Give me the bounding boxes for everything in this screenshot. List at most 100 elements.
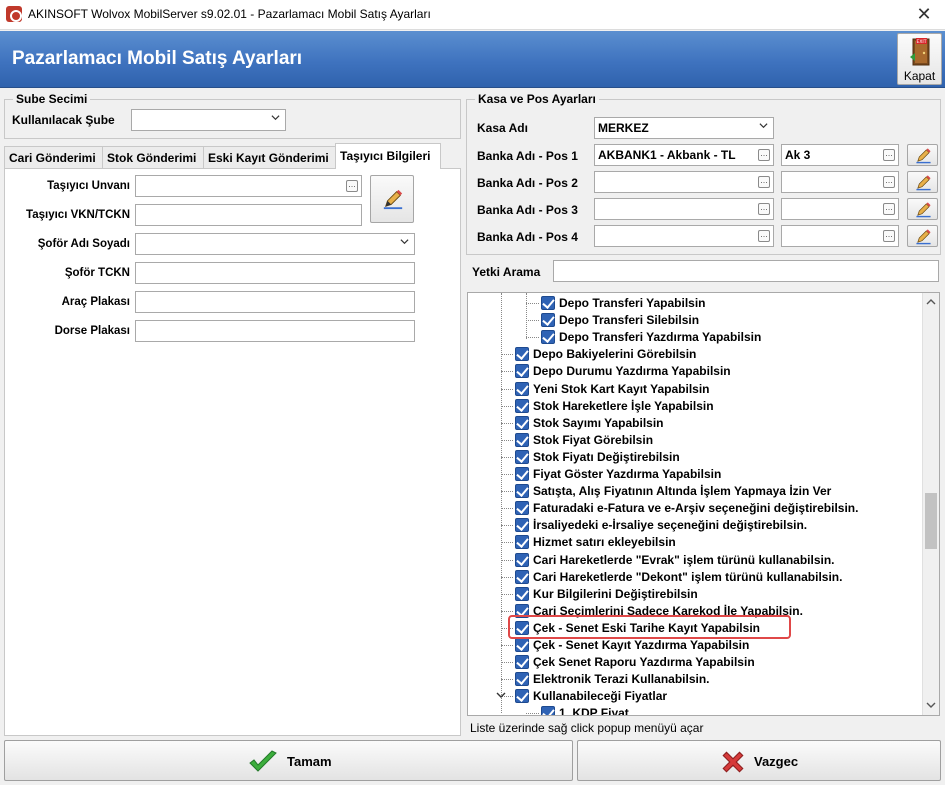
window-titlebar[interactable]: AKINSOFT Wolvox MobilServer s9.02.01 - P… xyxy=(0,0,945,30)
tree-item-label: Yeni Stok Kart Kayıt Yapabilsin xyxy=(533,381,710,396)
tree-item-label: Fiyat Göster Yazdırma Yapabilsin xyxy=(533,467,722,481)
checkbox-checked-icon[interactable] xyxy=(515,638,529,652)
pos3-label: Banka Adı - Pos 3 xyxy=(477,203,578,217)
tree-item-label: Hizmet satırı ekleyebilsin xyxy=(533,535,676,550)
tab-cari[interactable]: Cari Gönderimi xyxy=(4,146,103,168)
pos1-account-input[interactable]: Ak 3 … xyxy=(781,144,899,166)
tree-item-label: Kur Bilgilerini Değiştirebilsin xyxy=(533,586,698,601)
carrier-edit-button[interactable] xyxy=(370,175,414,223)
pos4-bank-input[interactable]: … xyxy=(594,225,774,247)
checkbox-checked-icon[interactable] xyxy=(515,655,529,670)
chevron-down-icon[interactable] xyxy=(496,689,506,699)
tree-item-label: Faturadaki e-Fatura ve e-Arşiv seçeneğin… xyxy=(533,501,859,516)
ellipsis-icon[interactable]: … xyxy=(758,203,770,215)
tab-eski-kayit[interactable]: Eski Kayıt Gönderimi xyxy=(203,146,336,168)
pos3-account-input[interactable]: … xyxy=(781,198,899,220)
checkbox-checked-icon[interactable] xyxy=(515,347,529,362)
tab-stok[interactable]: Stok Gönderimi xyxy=(102,146,204,168)
branch-select[interactable] xyxy=(131,109,286,131)
checkbox-checked-icon[interactable] xyxy=(515,586,529,601)
tree-item-label: 1. KDP Fiyat xyxy=(559,706,629,716)
checkbox-checked-icon[interactable] xyxy=(541,296,555,310)
tree-guide-line xyxy=(526,293,527,339)
checkbox-checked-icon[interactable] xyxy=(515,518,529,533)
pos2-edit-button[interactable] xyxy=(907,171,938,193)
scroll-thumb[interactable] xyxy=(925,492,937,549)
checkbox-checked-icon[interactable] xyxy=(515,689,529,704)
permission-tree[interactable]: Depo Transferi Yapabilsin Depo Transferi … xyxy=(467,292,940,716)
ellipsis-icon[interactable]: … xyxy=(883,230,895,242)
scroll-down-icon[interactable] xyxy=(926,701,936,709)
ellipsis-icon[interactable]: … xyxy=(883,203,895,215)
ellipsis-icon[interactable]: … xyxy=(883,149,895,161)
checkbox-checked-icon[interactable] xyxy=(515,364,529,379)
pos3-bank-input[interactable]: … xyxy=(594,198,774,220)
tree-item-label: Çek Senet Raporu Yazdırma Yapabilsin xyxy=(533,655,755,670)
carrier-name-input[interactable]: … xyxy=(135,175,362,197)
carrier-vkn-input[interactable] xyxy=(135,204,362,226)
tree-connector xyxy=(501,679,513,681)
vehicle-plate-input[interactable] xyxy=(135,291,415,313)
trailer-plate-input[interactable] xyxy=(135,320,415,342)
pencil-icon xyxy=(916,175,931,191)
tree-connector xyxy=(501,559,513,561)
cancel-button[interactable]: Vazgec xyxy=(577,740,941,781)
pos-group-title: Kasa ve Pos Ayarları xyxy=(475,92,599,106)
checkbox-checked-icon[interactable] xyxy=(515,398,529,413)
checkbox-checked-icon[interactable] xyxy=(515,432,529,447)
checkbox-checked-icon[interactable] xyxy=(541,313,555,328)
scroll-up-icon[interactable] xyxy=(926,298,936,306)
pos4-account-input[interactable]: … xyxy=(781,225,899,247)
ellipsis-icon[interactable]: … xyxy=(758,176,770,188)
tree-item-label: Cari Hareketlerde "Dekont" işlem türünü … xyxy=(533,569,843,584)
checkbox-checked-icon[interactable] xyxy=(515,484,529,499)
vehicle-plate-label: Araç Plakası xyxy=(61,296,130,308)
pos1-edit-button[interactable] xyxy=(907,144,938,166)
ellipsis-icon[interactable]: … xyxy=(346,180,358,192)
tree-connector xyxy=(501,456,513,458)
checkbox-checked-icon[interactable] xyxy=(515,381,529,396)
pos4-label: Banka Adı - Pos 4 xyxy=(477,230,578,244)
checkbox-checked-icon[interactable] xyxy=(515,415,529,430)
pos4-edit-button[interactable] xyxy=(907,225,938,247)
pencil-icon xyxy=(383,189,403,210)
tree-guide-line xyxy=(501,293,502,713)
window-close-icon[interactable]: ✕ xyxy=(911,3,937,25)
checkbox-checked-icon[interactable] xyxy=(515,449,529,464)
pos2-account-input[interactable]: … xyxy=(781,171,899,193)
cash-select[interactable]: MERKEZ xyxy=(594,117,774,139)
highlight-box xyxy=(508,615,791,639)
checkbox-checked-icon[interactable] xyxy=(515,552,529,567)
driver-tckn-input[interactable] xyxy=(135,262,415,284)
checkbox-checked-icon[interactable] xyxy=(515,672,529,687)
checkbox-checked-icon[interactable] xyxy=(541,706,555,715)
pos1-bank-input[interactable]: AKBANK1 - Akbank - TL … xyxy=(594,144,774,166)
auth-search-input[interactable] xyxy=(553,260,939,282)
checkbox-checked-icon[interactable] xyxy=(515,467,529,481)
ellipsis-icon[interactable]: … xyxy=(883,176,895,188)
close-button-label: Kapat xyxy=(903,69,936,83)
ellipsis-icon[interactable]: … xyxy=(758,149,770,161)
close-button[interactable]: EXIT Kapat xyxy=(897,33,942,85)
tree-item-label: Cari Hareketlerde "Evrak" işlem türünü k… xyxy=(533,552,835,567)
pos2-bank-input[interactable]: … xyxy=(594,171,774,193)
tree-item-label: Stok Sayımı Yapabilsin xyxy=(533,415,664,430)
pos3-edit-button[interactable] xyxy=(907,198,938,220)
checkbox-checked-icon[interactable] xyxy=(515,535,529,550)
checkbox-checked-icon[interactable] xyxy=(515,501,529,516)
window-title: AKINSOFT Wolvox MobilServer s9.02.01 - P… xyxy=(28,7,431,21)
checkbox-checked-icon[interactable] xyxy=(541,330,555,345)
ok-button[interactable]: Tamam xyxy=(4,740,573,781)
checkbox-checked-icon[interactable] xyxy=(515,569,529,584)
ellipsis-icon[interactable]: … xyxy=(758,230,770,242)
tree-item-label: İrsaliyedeki e-İrsaliye seçeneğini değiş… xyxy=(533,518,808,533)
tree-item-label: Depo Transferi Yapabilsin xyxy=(559,296,706,310)
tree-item-label: Stok Fiyat Görebilsin xyxy=(533,432,654,447)
tree-item-label: Çek - Senet Kayıt Yazdırma Yapabilsin xyxy=(533,638,750,652)
tree-connector xyxy=(501,354,513,356)
pencil-icon xyxy=(916,202,931,218)
tab-tasiyici[interactable]: Taşıyıcı Bilgileri xyxy=(335,143,441,169)
driver-name-select[interactable] xyxy=(135,233,415,255)
tree-scrollbar[interactable] xyxy=(922,293,939,715)
cancel-button-label: Vazgec xyxy=(754,754,799,769)
